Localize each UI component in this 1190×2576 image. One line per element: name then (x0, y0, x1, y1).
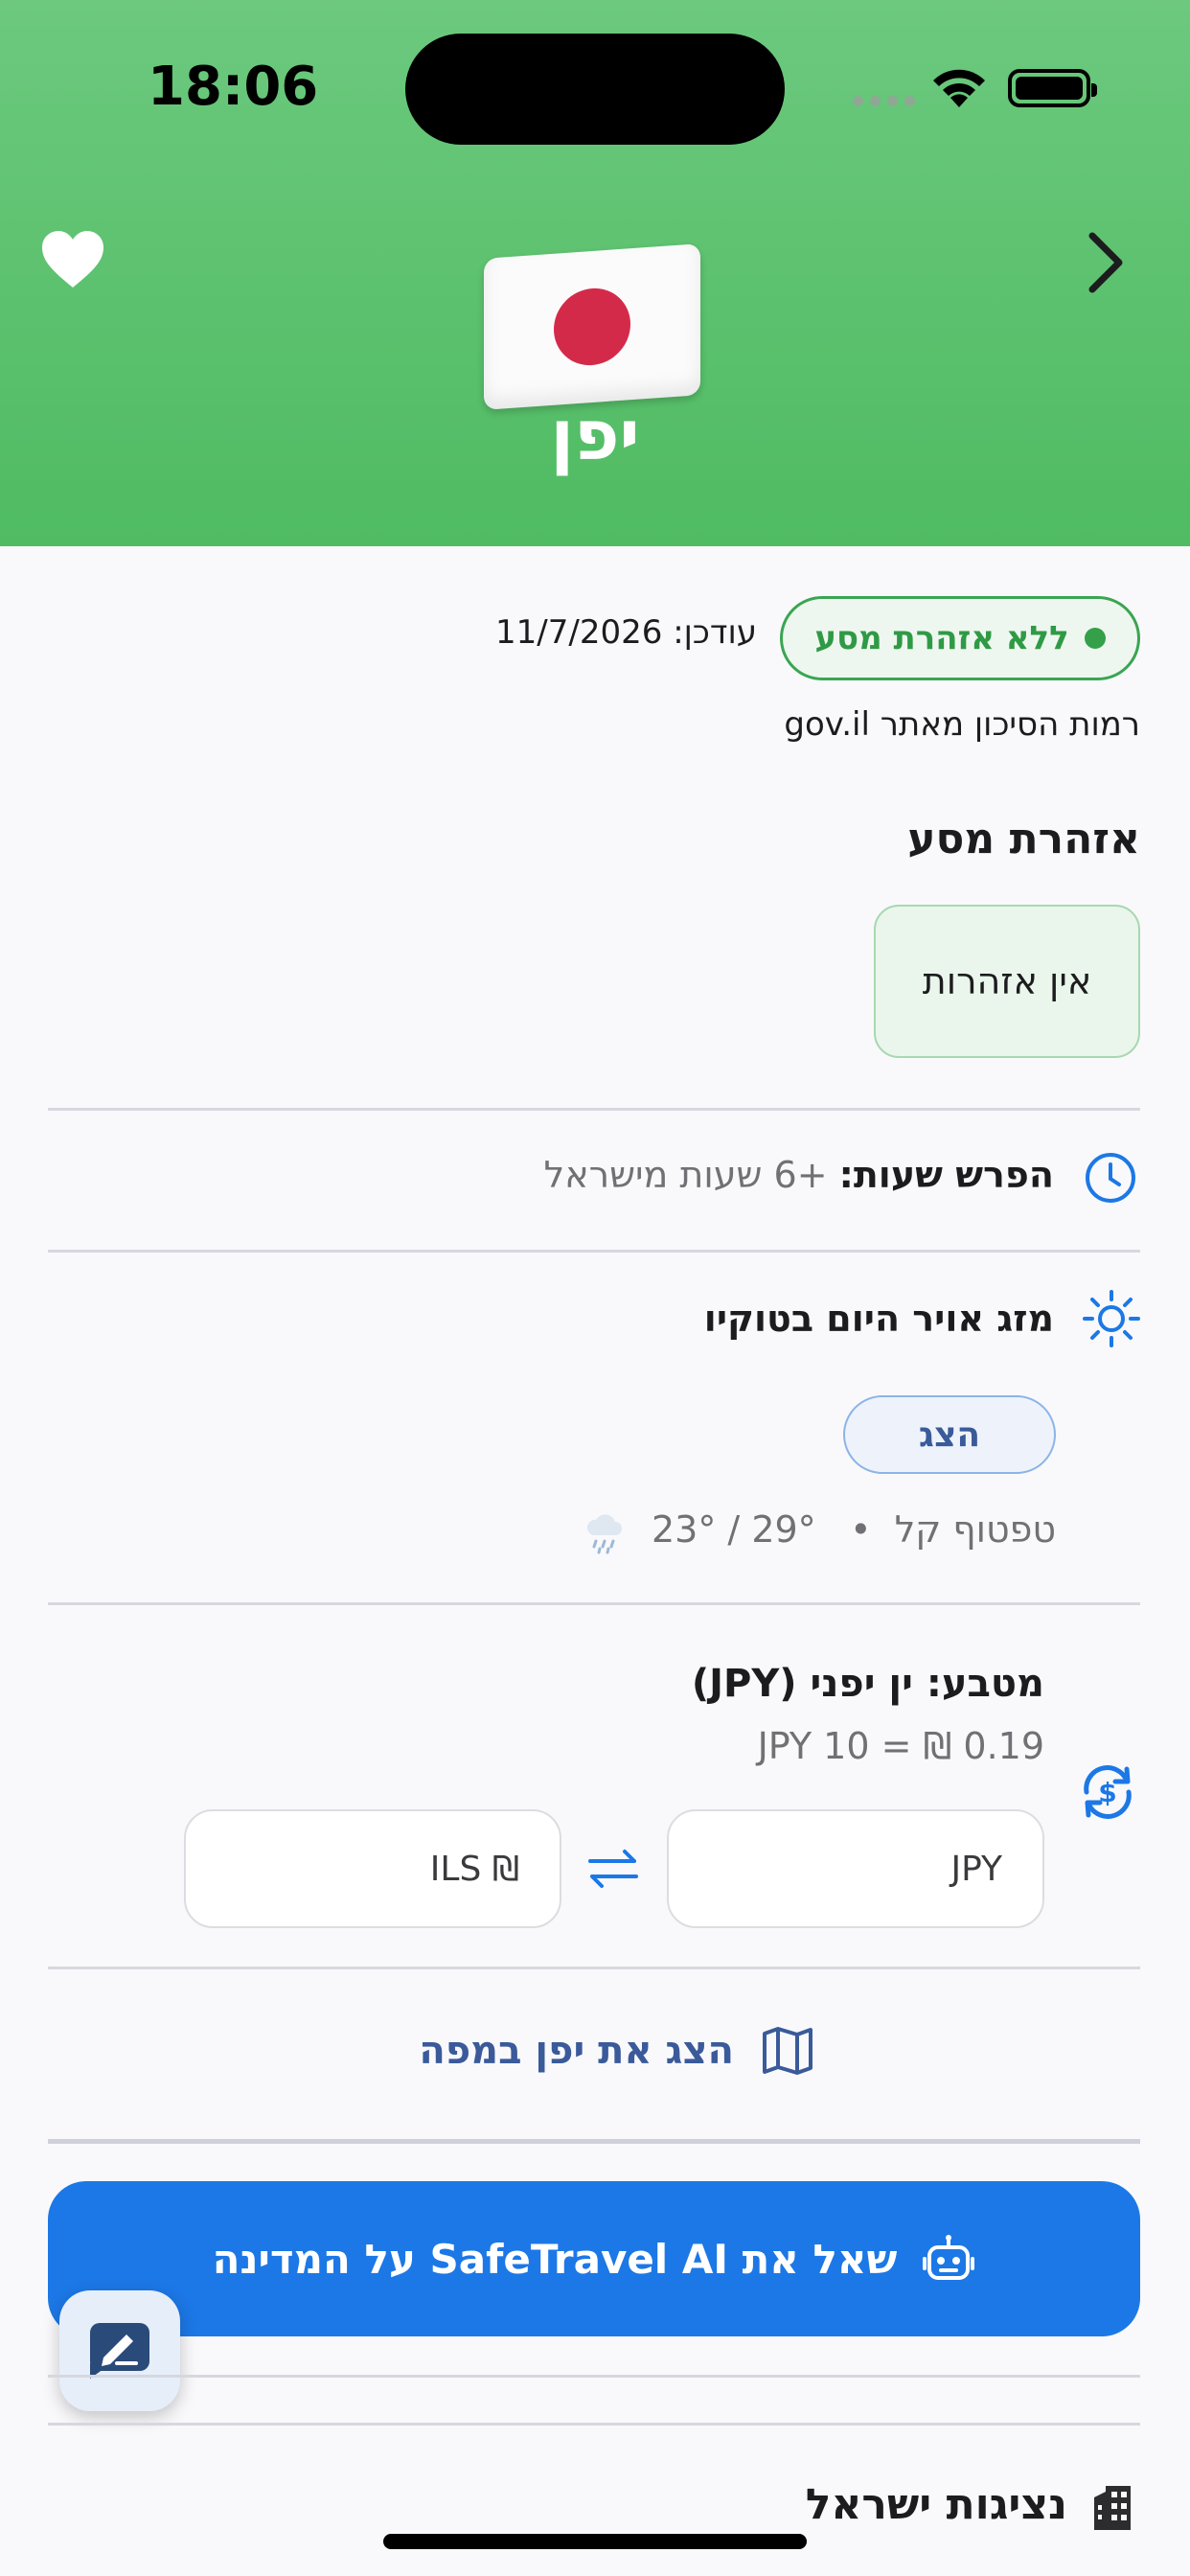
divider (48, 1602, 1140, 1605)
dynamic-island (405, 34, 785, 145)
chevron-right-icon[interactable] (1077, 228, 1134, 297)
show-on-map-label: הצג את יפן במפה (419, 2029, 734, 2073)
jpy-amount-input[interactable]: JPY (667, 1809, 1044, 1928)
country-header: 18:06 יפן (0, 0, 1190, 546)
rain-cloud-icon (586, 1514, 622, 1554)
map-icon (763, 2027, 812, 2075)
ils-amount-input[interactable]: ILS ₪ (184, 1809, 561, 1928)
sun-icon (1083, 1290, 1140, 1347)
weather-separator: • (850, 1508, 872, 1551)
time-difference: הפרש שעות: +6 שעות מישראל (287, 1154, 1054, 1196)
divider (48, 2375, 1140, 2378)
time-difference-value: +6 שעות מישראל (543, 1154, 828, 1196)
exchange-rate: JPY 10 = ₪ 0.19 (757, 1725, 1044, 1767)
battery-icon (1008, 69, 1097, 107)
feedback-button[interactable] (59, 2290, 180, 2411)
building-icon (1094, 2486, 1131, 2530)
divider (48, 1250, 1140, 1253)
swap-icon[interactable] (586, 1848, 640, 1890)
status-time: 18:06 (148, 56, 319, 118)
show-weather-button[interactable]: הצג (843, 1395, 1056, 1474)
robot-icon (923, 2235, 975, 2280)
travel-warning-box: אין אזהרות (874, 905, 1140, 1058)
divider (48, 2423, 1140, 2426)
country-title: יפן (550, 395, 640, 475)
updated-date: עודכן: 11/7/2026 (383, 613, 757, 652)
svg-text:$: $ (1098, 1777, 1116, 1808)
divider (48, 2139, 1140, 2144)
divider (48, 1966, 1140, 1969)
wifi-icon (933, 69, 985, 107)
weather-title: מזג אויר היום בטוקיו (703, 1298, 1054, 1340)
risk-level-badge: ללא אזהרת מסע (780, 596, 1140, 680)
risk-source-text: רמות הסיכון מאתר gov.il (784, 705, 1140, 744)
status-dot-icon (1084, 628, 1106, 649)
risk-level-label: ללא אזהרת מסע (814, 619, 1069, 657)
currency-title: מטבע: ין יפני (JPY) (691, 1662, 1044, 1706)
updated-value: 11/7/2026 (495, 613, 663, 652)
travel-warning-title: אזהרת מסע (907, 815, 1140, 863)
ask-ai-button[interactable]: שאל את SafeTravel AI על המדינה (48, 2181, 1140, 2336)
ask-ai-label: שאל את SafeTravel AI על המדינה (212, 2235, 898, 2283)
currency-exchange-icon: $ (1084, 1765, 1132, 1819)
heart-icon[interactable] (38, 228, 107, 291)
embassy-title: נציגות ישראל (805, 2480, 1067, 2529)
updated-label: עודכן: (673, 613, 757, 652)
weather-temperatures: 23° / 29° (652, 1508, 816, 1551)
time-difference-label: הפרש שעות: (838, 1154, 1054, 1196)
show-on-map-button[interactable]: הצג את יפן במפה (383, 2022, 814, 2080)
cellular-icon (853, 96, 915, 106)
japan-flag-icon (484, 243, 700, 410)
home-indicator (383, 2534, 807, 2549)
edit-icon (90, 2323, 149, 2379)
divider (48, 1108, 1140, 1111)
weather-condition: טפטוף קל (894, 1508, 1056, 1551)
clock-icon (1086, 1153, 1135, 1203)
